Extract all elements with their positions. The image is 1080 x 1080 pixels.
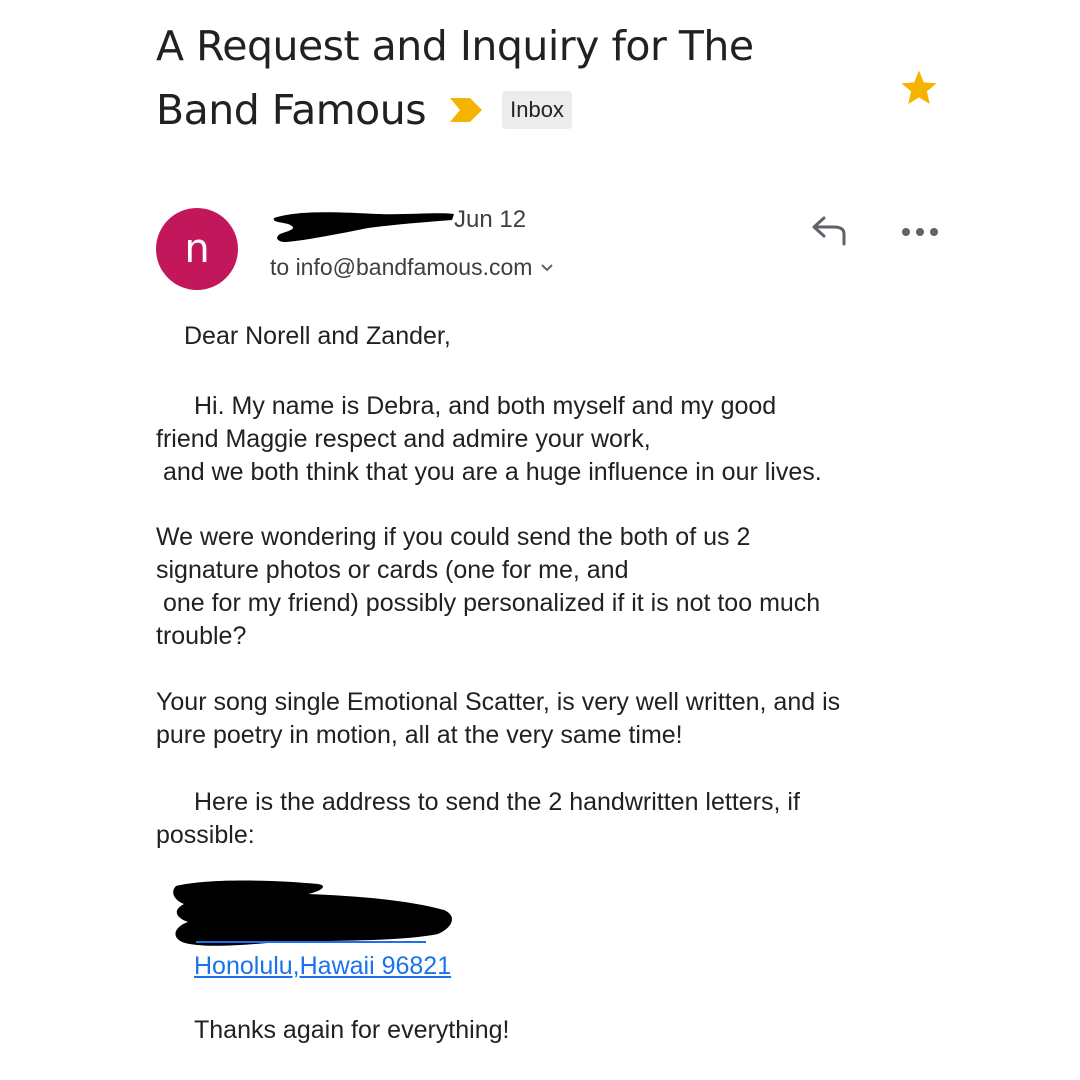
- paragraph-line: and we both think that you are a huge in…: [156, 458, 822, 486]
- reply-icon[interactable]: [808, 214, 850, 248]
- email-greeting: Dear Norell and Zander,: [184, 322, 451, 350]
- email-paragraph-4: Here is the address to send the 2 handwr…: [156, 786, 946, 852]
- paragraph-line: friend Maggie respect and admire your wo…: [156, 425, 651, 453]
- email-date: Jun 12: [454, 206, 527, 233]
- importance-marker-icon[interactable]: [448, 94, 486, 126]
- paragraph-line: one for my friend) possibly personalized…: [156, 589, 821, 617]
- chevron-down-icon: [541, 263, 554, 271]
- recipient-text: to info@bandfamous.com: [270, 254, 533, 280]
- paragraph-line: We were wondering if you could send the …: [156, 523, 751, 551]
- more-options-icon[interactable]: [900, 222, 940, 242]
- address-link[interactable]: Honolulu,Hawaii 96821: [194, 952, 451, 981]
- email-subject: A Request and Inquiry for The Band Famou…: [156, 14, 856, 142]
- paragraph-line: possible:: [156, 821, 255, 849]
- subject-line-2: Band Famous: [156, 86, 427, 134]
- paragraph-line: Your song single Emotional Scatter, is v…: [156, 688, 841, 716]
- paragraph-line: pure poetry in motion, all at the very s…: [156, 721, 683, 749]
- sender-avatar[interactable]: n: [156, 208, 238, 290]
- paragraph-line: Here is the address to send the 2 handwr…: [194, 788, 800, 816]
- inbox-label-chip[interactable]: Inbox: [502, 91, 572, 129]
- email-paragraph-1: Hi. My name is Debra, and both myself an…: [156, 390, 946, 489]
- paragraph-line: Hi. My name is Debra, and both myself an…: [194, 392, 777, 420]
- paragraph-line: trouble?: [156, 622, 247, 650]
- paragraph-line: signature photos or cards (one for me, a…: [156, 556, 629, 584]
- recipient-details[interactable]: to info@bandfamous.com: [270, 254, 554, 281]
- subject-line-1: A Request and Inquiry for The: [156, 22, 754, 70]
- email-paragraph-3: Your song single Emotional Scatter, is v…: [156, 686, 946, 752]
- sender-name-redaction: [273, 212, 454, 242]
- address-redaction: [173, 880, 452, 946]
- email-closing: Thanks again for everything!: [194, 1016, 510, 1044]
- star-icon[interactable]: [898, 68, 940, 108]
- email-paragraph-2: We were wondering if you could send the …: [156, 521, 946, 653]
- sender-initial: n: [184, 226, 210, 272]
